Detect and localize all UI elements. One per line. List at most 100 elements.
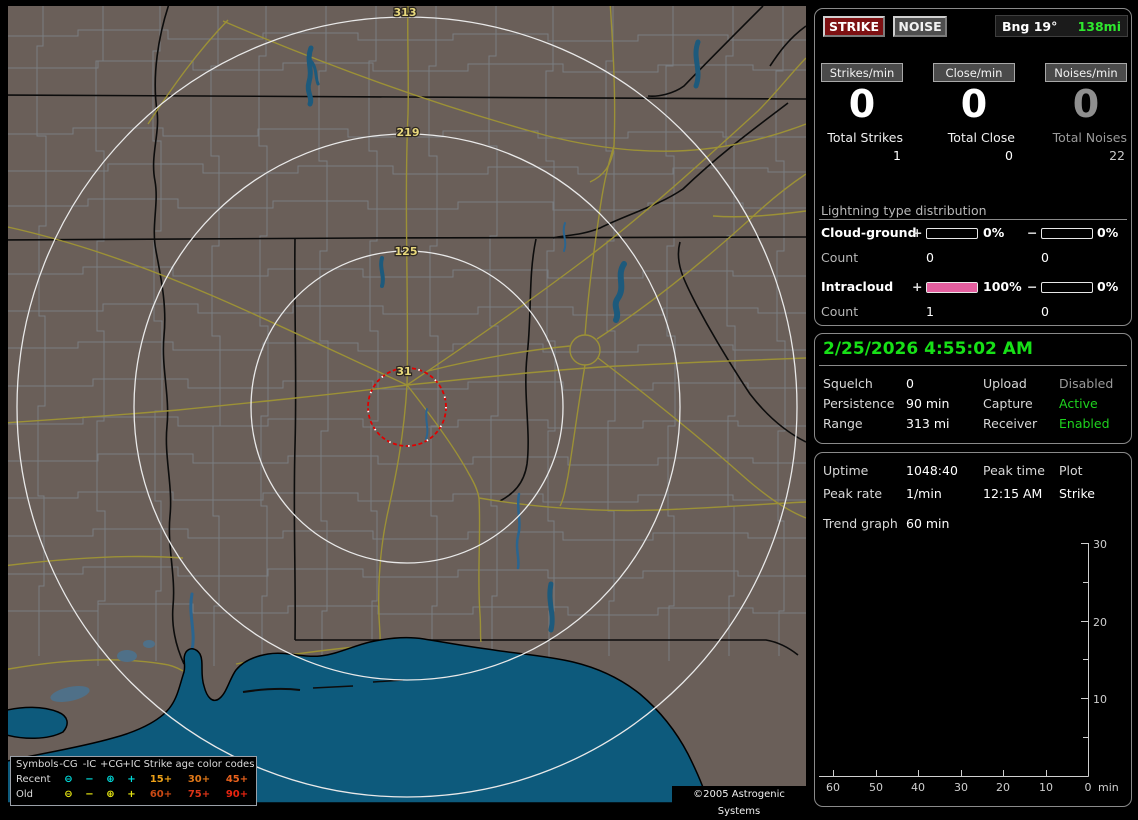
peak-time-label: Peak time [983, 463, 1045, 478]
rate-counters: Strikes/min 0 Total Strikes 1 Close/min … [821, 63, 1127, 163]
ic-plus-sign: + [912, 279, 923, 294]
legend-header-row: Symbols -CG -IC +CG +IC Strike age color… [11, 757, 256, 772]
plot-value[interactable]: Strike [1059, 486, 1125, 501]
cg-minus-count: 0 [1041, 250, 1049, 265]
ic-count-label: Count [821, 304, 859, 319]
recent-neg-ic-icon: − [85, 774, 94, 785]
legend-col-+ic: +IC [122, 759, 141, 770]
squelch-value: 0 [906, 376, 914, 391]
age-30: 30+ [187, 774, 211, 785]
old-neg-ic-icon: − [85, 789, 94, 800]
noises-per-min-value: 0 [1072, 82, 1100, 126]
total-close-label: Total Close [947, 130, 1015, 145]
old-neg-cg-icon: ⊖ [64, 789, 73, 800]
distribution-title: Lightning type distribution [821, 203, 987, 218]
cg-minus-sign: − [1027, 225, 1038, 240]
plot-label: Plot [1059, 463, 1083, 478]
ring-label-125: 125 [395, 245, 418, 258]
recent-pos-ic-icon: + [127, 774, 136, 785]
age-60: 60+ [149, 789, 173, 800]
distribution-divider [819, 219, 1127, 220]
recent-neg-cg-icon: ⊖ [64, 774, 73, 785]
legend-col--cg: -CG [59, 759, 78, 770]
legend-symbols-header: Symbols [16, 759, 59, 770]
lake-pontchartrain [8, 706, 68, 739]
cg-minus-bar [1041, 228, 1093, 239]
status-row: Range 313 mi Receiver Enabled [823, 416, 1125, 431]
total-noises-value: 22 [1109, 148, 1125, 163]
strike-button[interactable]: STRIKE [823, 16, 885, 37]
peak-rate-label: Peak rate [823, 486, 883, 501]
strikes-per-min-button[interactable]: Strikes/min [821, 63, 903, 82]
capture-value: Active [1059, 396, 1098, 411]
total-noises-label: Total Noises [1052, 130, 1127, 145]
recent-pos-cg-icon: ⊕ [106, 774, 115, 785]
peak-rate-row: Peak rate 1/min 12:15 AM Strike [823, 486, 1125, 501]
legend-old-row: Old ⊖ − ⊕ + 60+ 75+ 90+ [11, 787, 256, 802]
receiver-label: Receiver [983, 416, 1038, 431]
y-tick-30: 30 [1093, 538, 1107, 551]
cg-minus-pct: 0% [1097, 225, 1119, 240]
uptime-value: 1048:40 [906, 463, 958, 478]
symbol-legend: Symbols -CG -IC +CG +IC Strike age color… [10, 756, 257, 806]
x-tick-60: 60 [826, 781, 840, 794]
status-row: Squelch 0 Upload Disabled [823, 376, 1125, 391]
total-close-value: 0 [1005, 148, 1013, 163]
ic-minus-pct: 0% [1097, 279, 1119, 294]
cg-count-label: Count [821, 250, 859, 265]
noise-button[interactable]: NOISE [893, 16, 947, 37]
trend-chart: 30 20 10 60 50 40 30 20 10 0 min [819, 538, 1119, 794]
y-tick-20: 20 [1093, 616, 1107, 629]
counter-panel: STRIKE NOISE Bng 19° 138mi Strikes/min 0… [814, 8, 1132, 326]
status-panel: 2/25/2026 4:55:02 AM Squelch 0 Upload Di… [814, 333, 1132, 444]
ic-plus-bar-fill [927, 283, 977, 292]
x-tick-30: 30 [954, 781, 968, 794]
legend-recent-row: Recent ⊖ − ⊕ + 15+ 30+ 45+ [11, 772, 256, 787]
y-tick-10: 10 [1093, 693, 1107, 706]
x-unit-label: min [1098, 781, 1119, 794]
close-per-min-button[interactable]: Close/min [933, 63, 1015, 82]
age-75: 75+ [187, 789, 211, 800]
datetime-display: 2/25/2026 4:55:02 AM [823, 339, 1033, 359]
trend-window-value: 60 min [906, 516, 950, 531]
legend-age-header: Strike age color codes [143, 759, 255, 770]
capture-label: Capture [983, 396, 1033, 411]
peak-rate-value: 1/min [906, 486, 942, 501]
trend-axes [819, 543, 1089, 777]
legend-col-+cg: +CG [100, 759, 124, 770]
persistence-label: Persistence [823, 396, 895, 411]
nexstorm-window: { "header": { "strike_button": "STRIKE",… [0, 0, 1138, 817]
receiver-value: Enabled [1059, 416, 1110, 431]
status-divider [819, 365, 1127, 366]
x-tick-20: 20 [996, 781, 1010, 794]
ring-label-313: 313 [394, 6, 417, 19]
legend-recent-label: Recent [16, 774, 51, 785]
strike-map[interactable]: 313 219 125 31 [8, 6, 806, 803]
cg-plus-bar [926, 228, 978, 239]
noises-per-min-button[interactable]: Noises/min [1045, 63, 1127, 82]
x-tick-10: 10 [1039, 781, 1053, 794]
distance-value: 138mi [1077, 18, 1121, 34]
age-15: 15+ [149, 774, 173, 785]
strikes-column: Strikes/min 0 Total Strikes 1 [821, 63, 903, 163]
status-row: Persistence 90 min Capture Active [823, 396, 1125, 411]
upload-label: Upload [983, 376, 1027, 391]
ic-plus-pct: 100% [983, 279, 1022, 294]
x-tick-0: 0 [1085, 781, 1092, 794]
close-column: Close/min 0 Total Close 0 [933, 63, 1015, 163]
range-value: 313 mi [906, 416, 950, 431]
peak-time-value: 12:15 AM [983, 486, 1043, 501]
squelch-label: Squelch [823, 376, 873, 391]
copyright-notice: ©2005 Astrogenic Systems [672, 786, 806, 817]
total-strikes-label: Total Strikes [827, 130, 903, 145]
ic-plus-bar [926, 282, 978, 293]
range-label: Range [823, 416, 863, 431]
cg-plus-count: 0 [926, 250, 934, 265]
old-pos-ic-icon: + [127, 789, 136, 800]
age-90: 90+ [225, 789, 249, 800]
intracloud-label: Intracloud [821, 279, 894, 294]
legend-old-label: Old [16, 789, 33, 800]
old-pos-cg-icon: ⊕ [106, 789, 115, 800]
cg-plus-pct: 0% [983, 225, 1005, 240]
bearing-readout: Bng 19° 138mi [995, 15, 1128, 37]
